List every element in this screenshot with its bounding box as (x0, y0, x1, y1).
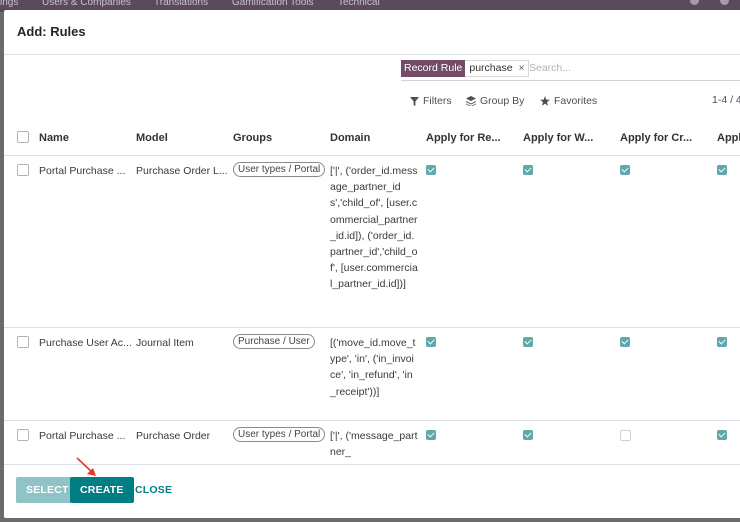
table-row[interactable]: Portal Purchase ... Purchase Order L... … (4, 155, 740, 328)
bg-menu-item: ings (0, 0, 19, 8)
bg-menu-item: Gamification Tools (232, 0, 314, 8)
rule-name: Purchase User Ac... (35, 327, 132, 421)
group-by-button[interactable]: Group By (466, 95, 524, 107)
apply-delete-checkbox (717, 337, 727, 348)
rule-domain: ['|', ('order_id.message_partner_ids','c… (326, 155, 422, 328)
favorites-label: Favorites (554, 95, 598, 107)
apply-create-checkbox (620, 165, 630, 176)
rule-name: Portal Purchase ... (35, 155, 132, 328)
filter-icon (410, 96, 419, 106)
table-row[interactable]: Purchase User Ac... Journal Item Purchas… (4, 327, 740, 421)
column-apply-delete[interactable]: Appl (713, 121, 740, 156)
apply-read-checkbox (426, 337, 436, 348)
search-input[interactable] (529, 60, 729, 76)
apply-write-checkbox (523, 165, 533, 176)
rules-table: Name Model Groups Domain Apply for Re...… (4, 121, 740, 464)
group-badge: User types / Portal (233, 427, 326, 442)
favorites-button[interactable]: Favorites (540, 95, 597, 107)
select-all-checkbox[interactable] (17, 131, 29, 144)
rule-domain: ['|', ('message_partner_ (326, 420, 422, 464)
apply-create-checkbox (620, 337, 630, 348)
row-checkbox[interactable] (17, 429, 29, 442)
row-checkbox[interactable] (17, 336, 29, 349)
rule-model: Journal Item (132, 327, 229, 421)
apply-read-checkbox (426, 165, 436, 176)
search-facet: Record Rule purchase × (401, 60, 530, 77)
rule-model: Purchase Order (132, 420, 229, 464)
rule-model: Purchase Order L... (132, 155, 229, 328)
facet-label: Record Rule (401, 60, 466, 77)
bug-icon (690, 0, 699, 5)
column-apply-read[interactable]: Apply for Re... (422, 121, 519, 156)
avatar (720, 0, 729, 5)
dialog-title: Add: Rules (17, 24, 86, 39)
bg-menu-item: Users & Companies (42, 0, 131, 8)
close-button[interactable]: CLOSE (125, 477, 182, 503)
group-badge: Purchase / User (233, 334, 315, 349)
rule-domain: [('move_id.move_type', 'in', ('in_invoic… (326, 327, 422, 421)
apply-read-checkbox (426, 430, 436, 441)
star-icon (540, 96, 550, 106)
facet-value-wrap: purchase × (465, 60, 530, 77)
column-apply-write[interactable]: Apply for W... (519, 121, 616, 156)
row-checkbox[interactable] (17, 164, 29, 177)
dialog-header: Add: Rules (4, 10, 740, 55)
facet-remove-icon[interactable]: × (519, 61, 525, 76)
apply-create-checkbox (620, 429, 631, 441)
apply-delete-checkbox (717, 165, 727, 176)
column-apply-create[interactable]: Apply for Cr... (616, 121, 713, 156)
bg-menu-item: Translations (154, 0, 209, 8)
apply-write-checkbox (523, 337, 533, 348)
table-header-row: Name Model Groups Domain Apply for Re...… (4, 121, 740, 156)
dialog-footer: SELECT CREATE CLOSE (4, 464, 740, 518)
search-bar[interactable]: Record Rule purchase × (401, 58, 740, 81)
bg-menu-item: Technical (338, 0, 380, 8)
group-badge: User types / Portal (233, 162, 326, 177)
annotation-arrow-icon (76, 457, 96, 476)
pager-value[interactable]: 1-4 / 4 (712, 94, 740, 106)
column-groups[interactable]: Groups (229, 121, 326, 156)
group-by-label: Group By (480, 95, 525, 107)
rules-list: Name Model Groups Domain Apply for Re...… (4, 121, 740, 464)
add-rules-dialog: Add: Rules Record Rule purchase × Filter… (4, 10, 740, 518)
column-domain[interactable]: Domain (326, 121, 422, 156)
column-name[interactable]: Name (35, 121, 132, 156)
table-row[interactable]: Portal Purchase ... Purchase Order User … (4, 420, 740, 464)
filters-button[interactable]: Filters (410, 95, 452, 107)
facet-value: purchase (469, 62, 513, 74)
filters-label: Filters (423, 95, 452, 107)
column-model[interactable]: Model (132, 121, 229, 156)
apply-write-checkbox (523, 430, 533, 441)
layers-icon (466, 96, 476, 106)
apply-delete-checkbox (717, 430, 727, 441)
